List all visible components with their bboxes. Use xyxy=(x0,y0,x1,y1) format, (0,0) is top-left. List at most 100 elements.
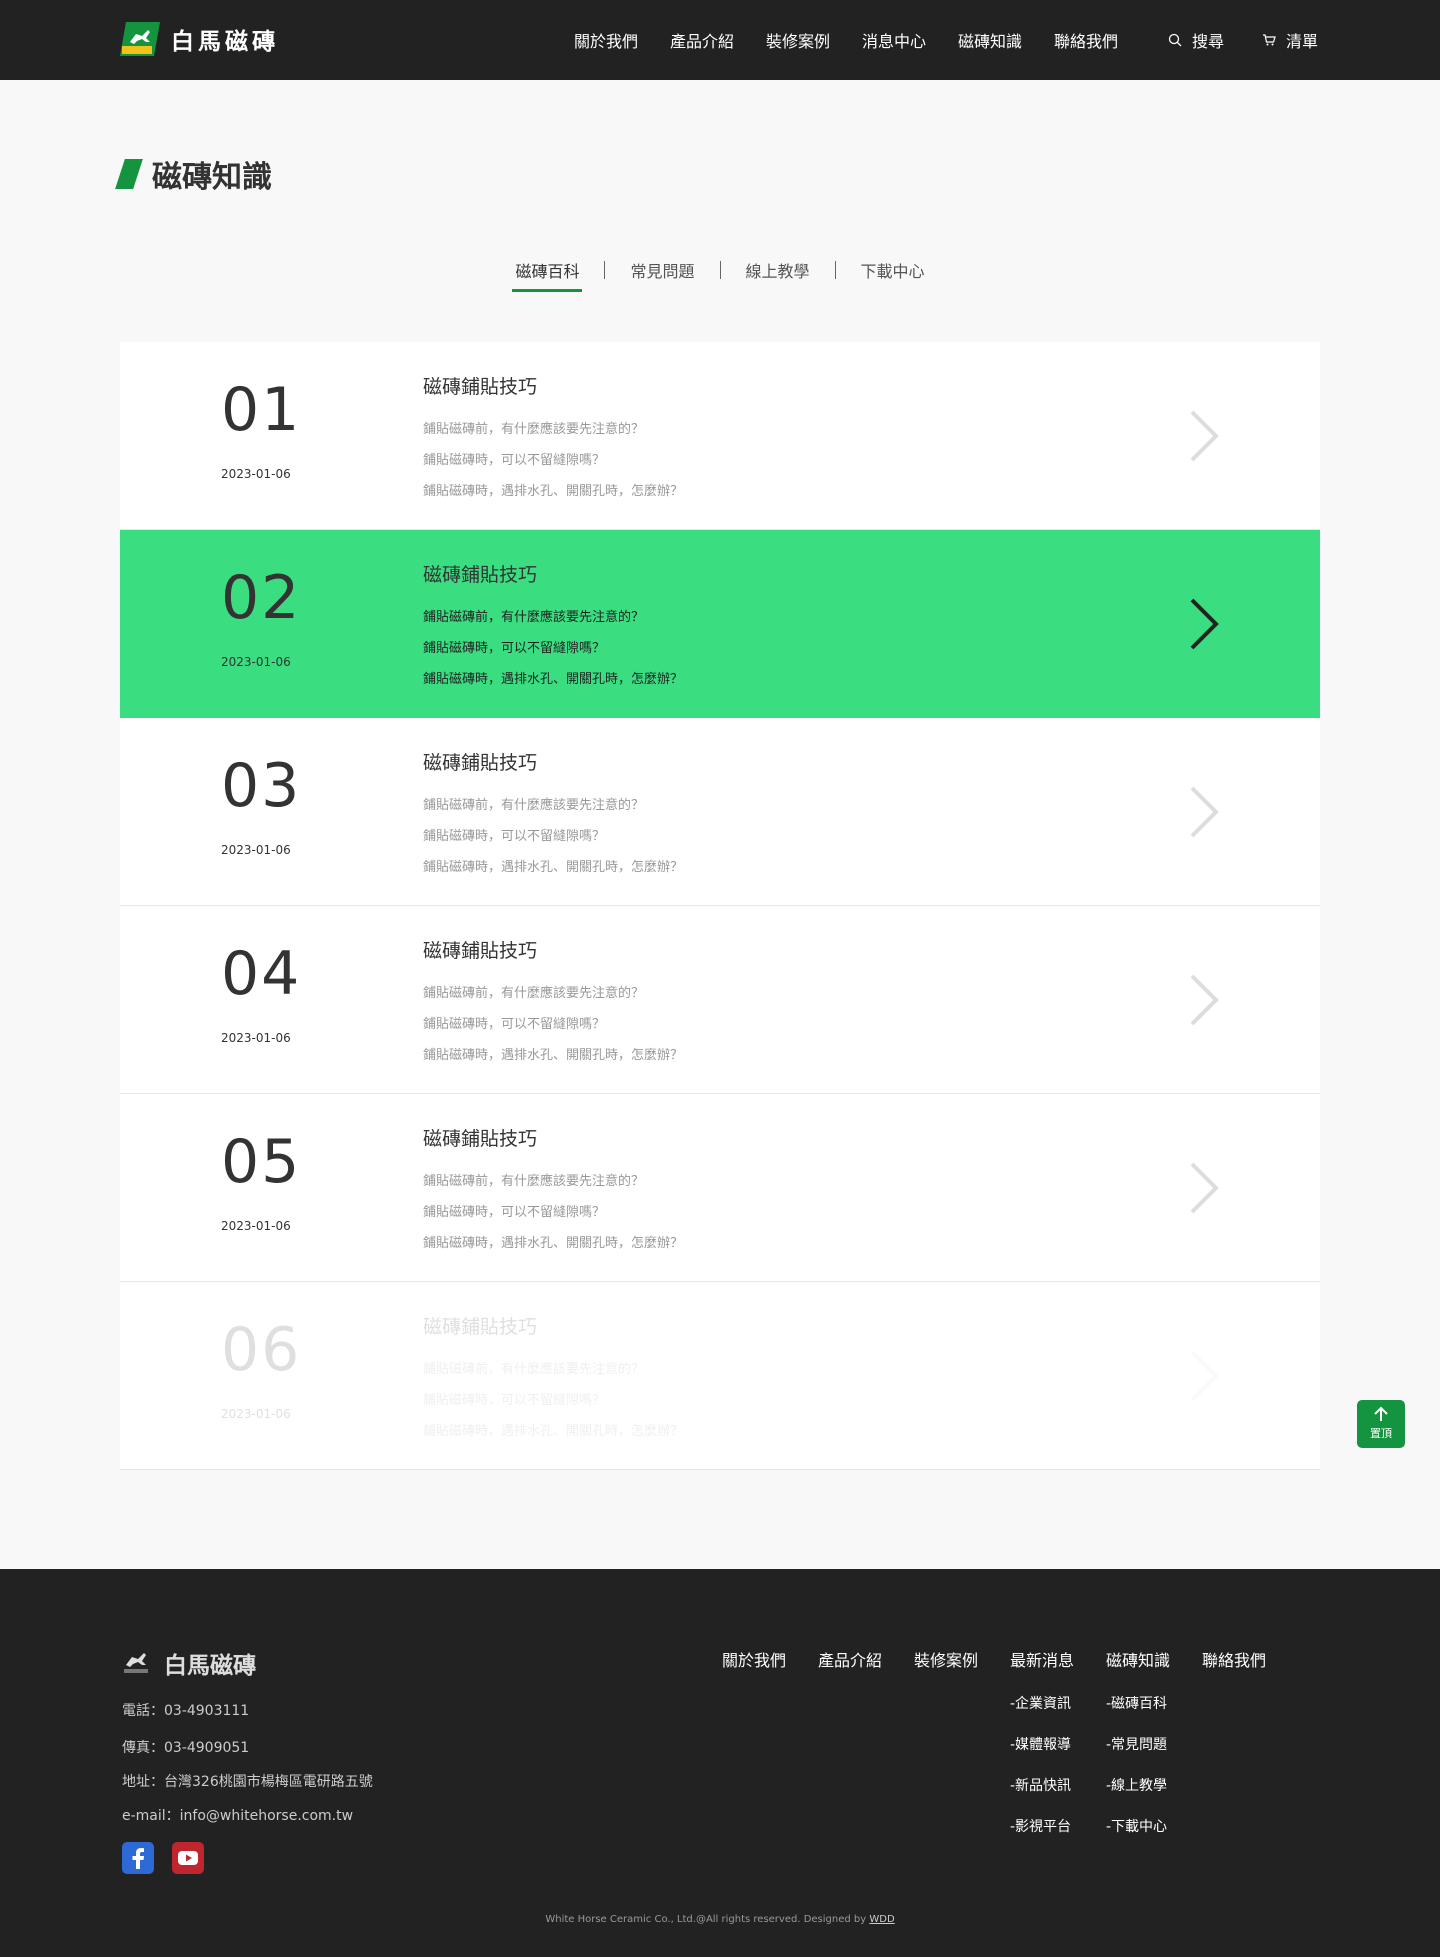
footer-logo[interactable]: 白馬磁磚 xyxy=(122,1646,256,1680)
article-date: 2023-01-06 xyxy=(221,1407,291,1421)
tab-divider xyxy=(834,261,836,279)
chevron-right-icon[interactable] xyxy=(1188,1162,1220,1214)
nav-contact[interactable]: 聯絡我們 xyxy=(1054,28,1150,52)
article-question: 鋪貼磁磚時，遇排水孔、開關孔時，怎麼辦？ xyxy=(423,860,684,875)
youtube-button[interactable] xyxy=(172,1842,204,1874)
article-question: 鋪貼磁磚時，可以不留縫隙嗎？ xyxy=(423,1017,606,1032)
article-row[interactable]: 05 2023-01-06 磁磚鋪貼技巧 鋪貼磁磚前，有什麼應該要先注意的？ 鋪… xyxy=(120,1094,1320,1282)
footer-link-encyclopedia[interactable]: -磁磚百科 xyxy=(1106,1693,1167,1713)
article-title: 磁磚鋪貼技巧 xyxy=(423,752,538,774)
article-row[interactable]: 04 2023-01-06 磁磚鋪貼技巧 鋪貼磁磚前，有什麼應該要先注意的？ 鋪… xyxy=(120,906,1320,1094)
footer-link-new-products[interactable]: -新品快訊 xyxy=(1010,1775,1071,1795)
article-question: 鋪貼磁磚前，有什麼應該要先注意的？ xyxy=(423,610,645,625)
article-question: 鋪貼磁磚前，有什麼應該要先注意的？ xyxy=(423,1362,645,1377)
footer-nav-cases[interactable]: 裝修案例 xyxy=(914,1647,1010,1671)
tab-divider xyxy=(719,261,721,279)
article-number: 05 xyxy=(221,1127,302,1197)
article-list: 01 2023-01-06 磁磚鋪貼技巧 鋪貼磁磚前，有什麼應該要先注意的？ 鋪… xyxy=(120,342,1320,1470)
article-question: 鋪貼磁磚時，可以不留縫隙嗎？ xyxy=(423,1205,606,1220)
nav-about[interactable]: 關於我們 xyxy=(574,28,670,52)
footer-email[interactable]: e-mail：info@whitehorse.com.tw xyxy=(122,1805,353,1825)
article-question: 鋪貼磁磚前，有什麼應該要先注意的？ xyxy=(423,422,645,437)
article-number: 01 xyxy=(221,375,302,445)
footer-nav: 關於我們 產品介紹 裝修案例 最新消息 磁磚知識 聯絡我們 xyxy=(722,1647,1266,1671)
facebook-icon xyxy=(132,1848,144,1869)
chevron-right-icon[interactable] xyxy=(1188,974,1220,1026)
youtube-icon xyxy=(178,1851,198,1865)
arrow-up-icon xyxy=(1374,1406,1388,1421)
nav-cases[interactable]: 裝修案例 xyxy=(766,28,862,52)
article-date: 2023-01-06 xyxy=(221,1219,291,1233)
copyright: White Horse Ceramic Co., Ltd.@All rights… xyxy=(0,1914,1440,1925)
cart-icon xyxy=(1263,34,1276,46)
search-icon xyxy=(1168,33,1182,47)
article-row[interactable]: 02 2023-01-06 磁磚鋪貼技巧 鋪貼磁磚前，有什麼應該要先注意的？ 鋪… xyxy=(120,530,1320,718)
article-question: 鋪貼磁磚時，遇排水孔、開關孔時，怎麼辦？ xyxy=(423,1236,684,1251)
article-date: 2023-01-06 xyxy=(221,1031,291,1045)
footer-link-media[interactable]: -媒體報導 xyxy=(1010,1734,1071,1754)
cart-button[interactable]: 清單 xyxy=(1262,28,1318,52)
article-title: 磁磚鋪貼技巧 xyxy=(423,1128,538,1150)
tab-downloads[interactable]: 下載中心 xyxy=(858,258,928,292)
footer-address: 地址：台灣326桃園市楊梅區電研路五號 xyxy=(122,1774,373,1790)
article-question: 鋪貼磁磚前，有什麼應該要先注意的？ xyxy=(423,798,645,813)
article-question: 鋪貼磁磚前，有什麼應該要先注意的？ xyxy=(423,986,645,1001)
footer-fax: 傳真：03-4909051 xyxy=(122,1740,250,1756)
facebook-button[interactable] xyxy=(122,1842,154,1874)
nav-products[interactable]: 產品介紹 xyxy=(670,28,766,52)
copyright-text: White Horse Ceramic Co., Ltd.@All rights… xyxy=(545,1914,867,1925)
tab-encyclopedia[interactable]: 磁磚百科 xyxy=(512,258,583,292)
search-label: 搜尋 xyxy=(1192,32,1225,51)
article-number: 02 xyxy=(221,563,302,633)
article-title: 磁磚鋪貼技巧 xyxy=(423,376,538,398)
article-question: 鋪貼磁磚時，可以不留縫隙嗎？ xyxy=(423,1393,606,1408)
article-title: 磁磚鋪貼技巧 xyxy=(423,564,538,586)
article-number: 03 xyxy=(221,751,302,821)
cart-label: 清單 xyxy=(1286,32,1319,51)
article-question: 鋪貼磁磚時，遇排水孔、開關孔時，怎麼辦？ xyxy=(423,1424,684,1439)
article-date: 2023-01-06 xyxy=(221,467,291,481)
footer-nav-news[interactable]: 最新消息 xyxy=(1010,1647,1106,1671)
footer-link-faq[interactable]: -常見問題 xyxy=(1106,1734,1167,1754)
main-nav: 關於我們 產品介紹 裝修案例 消息中心 磁磚知識 聯絡我們 xyxy=(574,28,1150,52)
chevron-right-icon[interactable] xyxy=(1188,1350,1220,1402)
category-tabs: 磁磚百科 常見問題 線上教學 下載中心 xyxy=(0,258,1440,292)
article-row[interactable]: 03 2023-01-06 磁磚鋪貼技巧 鋪貼磁磚前，有什麼應該要先注意的？ 鋪… xyxy=(120,718,1320,906)
article-question: 鋪貼磁磚時，遇排水孔、開關孔時，怎麼辦？ xyxy=(423,672,684,687)
page-title: 磁磚知識 xyxy=(152,160,272,195)
horse-logo-icon xyxy=(120,22,160,56)
nav-news[interactable]: 消息中心 xyxy=(862,28,958,52)
footer-link-tutorial[interactable]: -線上教學 xyxy=(1106,1775,1167,1795)
article-title: 磁磚鋪貼技巧 xyxy=(423,940,538,962)
article-question: 鋪貼磁磚時，可以不留縫隙嗎？ xyxy=(423,829,606,844)
footer-link-company-info[interactable]: -企業資訊 xyxy=(1010,1693,1071,1713)
chevron-right-icon[interactable] xyxy=(1188,598,1220,650)
search-button[interactable]: 搜尋 xyxy=(1168,28,1224,52)
footer-brand-name: 白馬磁磚 xyxy=(164,1653,256,1679)
back-to-top-label: 置頂 xyxy=(1370,1427,1392,1440)
tab-faq[interactable]: 常見問題 xyxy=(627,258,697,292)
footer-nav-contact[interactable]: 聯絡我們 xyxy=(1202,1647,1266,1671)
footer-phone: 電話：03-4903111 xyxy=(122,1703,250,1719)
back-to-top-button[interactable]: 置頂 xyxy=(1357,1400,1405,1448)
tab-tutorial[interactable]: 線上教學 xyxy=(743,258,813,292)
footer-nav-products[interactable]: 產品介紹 xyxy=(818,1647,914,1671)
horse-logo-icon xyxy=(124,1653,148,1673)
chevron-right-icon[interactable] xyxy=(1188,786,1220,838)
footer-link-downloads[interactable]: -下載中心 xyxy=(1106,1816,1167,1836)
article-row[interactable]: 01 2023-01-06 磁磚鋪貼技巧 鋪貼磁磚前，有什麼應該要先注意的？ 鋪… xyxy=(120,342,1320,530)
footer-nav-knowledge[interactable]: 磁磚知識 xyxy=(1106,1647,1202,1671)
brand-name: 白馬磁磚 xyxy=(171,29,279,55)
footer-nav-about[interactable]: 關於我們 xyxy=(722,1647,818,1671)
article-date: 2023-01-06 xyxy=(221,843,291,857)
designer-link[interactable]: WDD xyxy=(869,1914,894,1925)
article-row[interactable]: 06 2023-01-06 磁磚鋪貼技巧 鋪貼磁磚前，有什麼應該要先注意的？ 鋪… xyxy=(120,1282,1320,1470)
brand-logo[interactable]: 白馬磁磚 xyxy=(120,22,279,56)
article-number: 04 xyxy=(221,939,302,1009)
tab-divider xyxy=(604,261,606,279)
article-question: 鋪貼磁磚時，遇排水孔、開關孔時，怎麼辦？ xyxy=(423,484,684,499)
chevron-right-icon[interactable] xyxy=(1188,410,1220,462)
footer-link-video[interactable]: -影視平台 xyxy=(1010,1816,1071,1836)
nav-knowledge[interactable]: 磁磚知識 xyxy=(958,28,1054,52)
article-question: 鋪貼磁磚時，遇排水孔、開關孔時，怎麼辦？ xyxy=(423,1048,684,1063)
